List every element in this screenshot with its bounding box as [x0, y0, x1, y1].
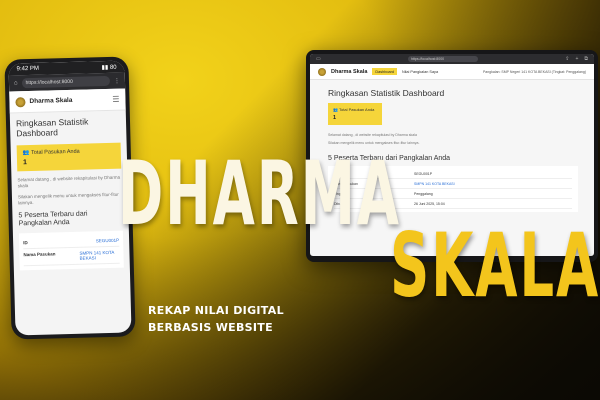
new-tab-icon[interactable]: + [576, 56, 579, 62]
home-icon[interactable]: ⌂ [14, 80, 18, 86]
table-row: Nama Pasukan SMPN 141 KOTA BEKASI [23, 246, 120, 267]
table-value-link[interactable]: SMPN 141 KOTA BEKASI [79, 250, 119, 261]
phone-section-title: 5 Peserta Terbaru dari Pangkalan Anda [18, 210, 88, 228]
phone-address-bar[interactable]: https://localhost:8000 [21, 75, 111, 89]
users-icon: 👥 [333, 107, 338, 112]
phone-mockup: 9:42 PM ▮▮ 80 ⌂ https://localhost:8000 ⋮… [4, 56, 136, 340]
phone-participant-table: ID SEGU001P Nama Pasukan SMPN 141 KOTA B… [18, 230, 124, 271]
laptop-stat-card-value: 1 [333, 115, 337, 121]
phone-app-header: Dharma Skala ☰ [9, 88, 126, 114]
hamburger-icon[interactable]: ☰ [112, 95, 119, 104]
hero-tagline: REKAP NILAI DIGITAL BERBASIS WEBSITE [148, 302, 284, 336]
laptop-stat-card-label: Total Pasukan Anda [339, 107, 375, 112]
logo-emblem-icon [15, 96, 26, 107]
more-icon[interactable]: ⋮ [114, 77, 120, 84]
phone-status-indicators: ▮▮ 80 [101, 64, 117, 71]
table-value: SEGU001P [414, 171, 433, 176]
tabs-icon[interactable]: ⧉ [584, 56, 588, 62]
share-icon[interactable]: ⇪ [565, 56, 569, 62]
sidebar-toggle-icon[interactable]: ▭ [316, 56, 321, 62]
phone-content: Ringkasan Statistik Dashboard 👥 Total Pa… [10, 111, 130, 277]
nav-dashboard[interactable]: Dashboard [372, 68, 397, 75]
users-icon: 👥 [22, 149, 30, 156]
laptop-brand-name[interactable]: Dharma Skala [331, 69, 367, 75]
hero-subtitle: Skala [390, 214, 600, 317]
phone-brand-name[interactable]: Dharma Skala [29, 96, 108, 105]
nav-nilai-pangkalan[interactable]: Nilai Pangkalan Saya [402, 70, 438, 74]
table-value: Penggalang [414, 191, 433, 196]
phone-welcome-text: Selamat datang , di website rekapitulasi… [17, 174, 121, 189]
phone-page-title: Ringkasan Statistik Dashboard [15, 116, 89, 139]
laptop-address-bar[interactable]: https://localhost:8000 [408, 56, 479, 62]
laptop-url-text: https://localhost:8000 [411, 57, 445, 61]
phone-hint-text: Silakan mengelik menu untuk mengakses fi… [17, 191, 119, 206]
table-key: Nama Pasukan [23, 251, 56, 258]
laptop-page-title: Ringkasan Statistik Dashboard [328, 88, 445, 98]
laptop-stat-card: 👥 Total Pasukan Anda 1 [328, 103, 382, 125]
phone-status-time: 9:42 PM [16, 65, 40, 73]
phone-screen: 9:42 PM ▮▮ 80 ⌂ https://localhost:8000 ⋮… [8, 60, 132, 336]
tagline-line-2: BERBASIS WEBSITE [148, 321, 273, 335]
logo-emblem-icon [318, 67, 326, 76]
table-value-link[interactable]: SMPN 141 KOTA BEKASI [414, 182, 455, 186]
table-key: ID [23, 239, 28, 246]
user-info[interactable]: Pangkalan: SMP Negeri 141 KOTA BEKASI (T… [483, 70, 586, 74]
laptop-welcome-text: Selamat datang , di website rekapitulasi… [328, 133, 417, 137]
phone-stat-card-label: Total Pasukan Anda [31, 148, 80, 156]
phone-stat-card-value: 1 [22, 158, 28, 166]
hero-title: Dharma [118, 142, 401, 245]
table-value: SEGU001P [95, 237, 120, 244]
phone-stat-card: 👥 Total Pasukan Anda 1 [16, 142, 122, 171]
phone-url-text: https://localhost:8000 [25, 78, 73, 87]
laptop-browser-bar: ▭ https://localhost:8000 ⇪ + ⧉ [310, 54, 594, 64]
table-value: 26 Juni 2025, 15:04 [414, 201, 445, 206]
laptop-app-navbar: Dharma Skala Dashboard Nilai Pangkalan S… [310, 64, 594, 80]
tagline-line-1: REKAP NILAI DIGITAL [148, 304, 284, 317]
